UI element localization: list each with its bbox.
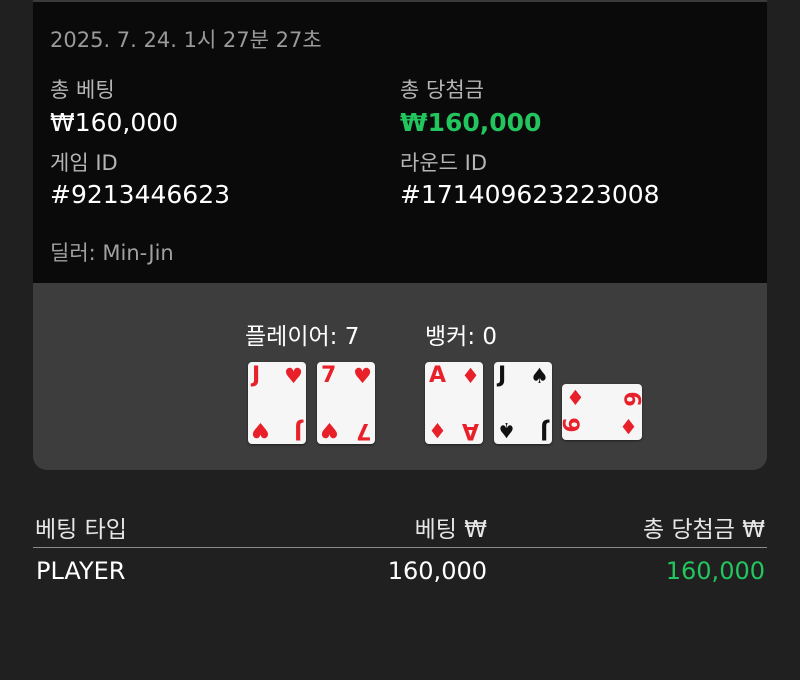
round-id-label: 라운드 ID [400,151,487,175]
col-header-bet: 베팅 ₩ [414,517,487,543]
spade-icon: ♠ [497,418,516,442]
diamond-icon: ♦ [566,386,585,410]
card-rank: J [498,363,507,388]
card-rank: A [461,418,479,443]
banker-score: 뱅커: 0 [425,324,498,350]
game-id-value: #9213446623 [50,180,231,209]
heart-icon: ♥ [320,418,339,442]
total-bet-label: 총 베팅 [50,78,115,102]
dealer-name: 딜러: Min-Jin [50,241,174,265]
game-id-label: 게임 ID [50,151,118,175]
card-rank: J [252,363,261,388]
banker-card-3: 6 ♦ 6 ♦ [560,384,644,440]
spade-icon: ♠ [530,364,549,388]
row-win-amount: 160,000 [665,557,765,585]
player-card-2: 7 ♥ 7 ♥ [317,362,375,444]
round-info-card: 2025. 7. 24. 1시 27분 27초 총 베팅 ₩160,000 총 … [33,2,767,283]
row-bet-amount: 160,000 [387,557,487,585]
heart-icon: ♥ [251,418,270,442]
heart-icon: ♥ [353,364,372,388]
round-id-value: #171409623223008 [400,180,660,209]
total-win-label: 총 당첨금 [400,78,484,102]
diamond-icon: ♦ [461,364,480,388]
card-rank: J [293,418,302,443]
total-bet-value: ₩160,000 [50,108,179,137]
row-bet-type: PLAYER [36,557,126,585]
player-score: 플레이어: 7 [245,324,360,350]
total-win-value: ₩160,000 [400,108,542,137]
heart-icon: ♥ [284,364,303,388]
card-rank: A [429,363,447,388]
col-header-win: 총 당첨금 ₩ [642,517,765,543]
diamond-icon: ♦ [619,414,638,438]
card-rank: 7 [321,363,337,388]
banker-card-2: J ♠ J ♠ [494,362,552,444]
card-rank: 7 [355,418,371,443]
diamond-icon: ♦ [428,418,447,442]
card-rank: 6 [618,391,644,407]
round-timestamp: 2025. 7. 24. 1시 27분 27초 [50,28,322,52]
banker-card-1: A ♦ A ♦ [425,362,483,444]
cards-panel: 플레이어: 7 뱅커: 0 J ♥ J ♥ 7 ♥ 7 ♥ A ♦ A ♦ J … [33,283,767,470]
player-card-1: J ♥ J ♥ [248,362,306,444]
table-divider [33,547,767,548]
card-rank: 6 [560,417,586,433]
col-header-bet-type: 베팅 타입 [35,517,127,543]
card-rank: J [539,418,548,443]
